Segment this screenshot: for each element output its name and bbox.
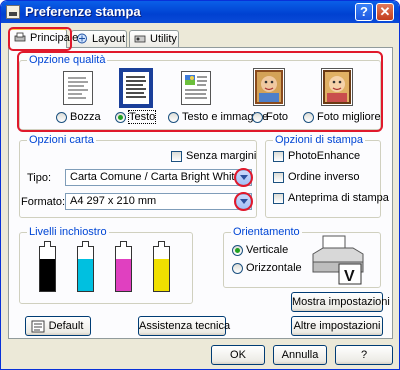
quality-text-image-radio[interactable]: [168, 112, 179, 123]
reverse-order-label: Ordine inverso: [288, 171, 360, 183]
quality-photo-label: Foto: [266, 111, 289, 123]
quality-draft-radio[interactable]: [56, 112, 67, 123]
photo-icon: [253, 68, 285, 106]
borderless-label: Senza margini: [186, 150, 257, 162]
ink-cartridge-yellow: [153, 241, 170, 292]
ink-cartridge-black: [39, 241, 56, 292]
printer-icon: [6, 5, 20, 19]
ink-cartridge-cyan: [77, 241, 94, 292]
photo-enhance-label: PhotoEnhance: [288, 150, 361, 162]
paper-size-select[interactable]: A4 297 x 210 mm: [65, 193, 252, 210]
window-title: Preferenze stampa: [25, 4, 141, 19]
title-bar[interactable]: Preferenze stampa ? ✕: [1, 1, 399, 23]
tab-highlight: [8, 27, 72, 51]
quality-text-label: Testo: [127, 110, 157, 124]
tab-label: Utility: [150, 33, 177, 45]
tab-panel-principale: Opzione qualità Bozza Testo Testo e imma…: [8, 47, 393, 339]
svg-text:V: V: [344, 268, 355, 285]
ok-button[interactable]: OK: [211, 345, 265, 365]
other-settings-button[interactable]: Altre impostazioni: [291, 316, 383, 336]
portrait-radio[interactable]: [232, 245, 243, 256]
printer-orientation-icon: V: [312, 235, 364, 285]
tab-utility[interactable]: Utility: [129, 30, 179, 47]
quality-best-photo-radio[interactable]: [303, 112, 314, 123]
help-dialog-button[interactable]: ?: [335, 345, 393, 365]
paper-group-title: Opzioni carta: [27, 134, 96, 146]
borderless-checkbox[interactable]: [171, 151, 182, 162]
print-preview-label: Anteprima di stampa: [288, 192, 389, 204]
tab-label: Layout: [92, 33, 126, 45]
photo-enhance-checkbox[interactable]: [273, 151, 284, 162]
help-button[interactable]: ?: [355, 3, 373, 21]
quality-best-photo-label: Foto migliore: [317, 111, 381, 123]
paper-type-select[interactable]: Carta Comune / Carta Bright White: [65, 169, 252, 186]
cancel-button[interactable]: Annulla: [273, 345, 327, 365]
paper-type-label: Tipo:: [27, 172, 52, 184]
landscape-label: Orizzontale: [246, 262, 302, 274]
print-preview-checkbox[interactable]: [273, 193, 284, 204]
print-options-group-title: Opzioni di stampa: [273, 134, 366, 146]
tab-layout[interactable]: Layout: [71, 30, 127, 47]
landscape-radio[interactable]: [232, 263, 243, 274]
show-settings-button[interactable]: Mostra impostazioni: [291, 292, 390, 312]
paper-size-label: Formato:: [21, 196, 66, 208]
portrait-label: Verticale: [246, 244, 289, 256]
draft-icon: [63, 71, 93, 105]
paper-size-highlight: [234, 192, 253, 211]
quality-draft-label: Bozza: [70, 111, 101, 123]
utility-icon: [134, 35, 146, 43]
default-label: Default: [48, 320, 84, 332]
technical-support-button[interactable]: Assistenza tecnica: [138, 316, 230, 336]
default-button[interactable]: Default: [25, 316, 91, 336]
close-button[interactable]: ✕: [376, 3, 394, 21]
paper-type-highlight: [234, 168, 253, 187]
ink-cartridge-magenta: [115, 241, 132, 292]
best-photo-icon: [321, 68, 353, 106]
ink-levels-group-title: Livelli inchiostro: [27, 226, 109, 238]
quality-text-radio[interactable]: [115, 112, 126, 123]
quality-photo-radio[interactable]: [252, 112, 263, 123]
orientation-group-title: Orientamento: [231, 226, 302, 238]
text-and-image-icon: [181, 71, 211, 105]
reverse-order-checkbox[interactable]: [273, 172, 284, 183]
default-settings-icon: [31, 320, 45, 333]
print-preferences-window: Preferenze stampa ? ✕ Principale Layout …: [0, 0, 400, 370]
text-icon: [119, 68, 153, 108]
